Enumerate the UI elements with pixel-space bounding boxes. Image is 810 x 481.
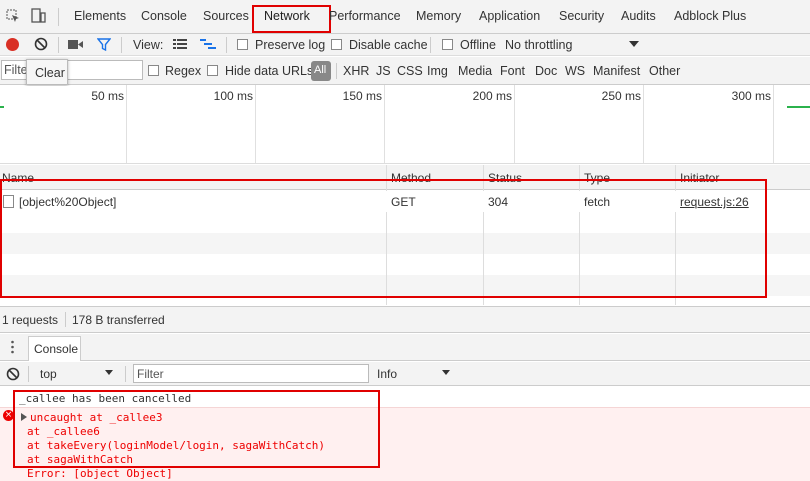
preserve-log-label: Preserve log: [255, 38, 326, 52]
console-filter-placeholder: Filter: [137, 367, 164, 381]
view-label: View:: [133, 38, 164, 52]
regex-checkbox[interactable]: [148, 65, 159, 76]
type-js-button[interactable]: JS: [376, 64, 391, 78]
request-table-highlight: [0, 179, 767, 298]
device-toolbar-icon[interactable]: [30, 8, 46, 24]
filter-bar: Filter Clear Regex Hide data URLs All XH…: [0, 57, 810, 85]
tab-console[interactable]: Console: [141, 9, 187, 23]
console-toolbar: [0, 362, 810, 386]
large-rows-icon[interactable]: [173, 39, 187, 50]
error-line: Error: [object Object]: [27, 467, 173, 480]
video-camera-icon[interactable]: [68, 39, 84, 50]
network-toolbar: View: Preserve log Disable cache Offline…: [0, 34, 810, 56]
tab-performance[interactable]: Performance: [329, 9, 401, 23]
hide-data-urls-checkbox[interactable]: [207, 65, 218, 76]
timeline-tick: 250 ms: [601, 89, 641, 103]
tab-application[interactable]: Application: [479, 9, 540, 23]
type-xhr-button[interactable]: XHR: [343, 64, 369, 78]
regex-label: Regex: [165, 64, 202, 78]
transferred-size: 178 B transferred: [72, 313, 165, 327]
chevron-down-icon[interactable]: [629, 41, 639, 47]
type-font-button[interactable]: Font: [500, 64, 525, 78]
drawer-tab-console[interactable]: Console: [28, 336, 81, 361]
type-ws-button[interactable]: WS: [565, 64, 585, 78]
clear-icon[interactable]: [34, 37, 48, 51]
drawer-menu-icon[interactable]: [11, 340, 14, 354]
request-count: 1 requests: [2, 313, 59, 327]
tab-security[interactable]: Security: [559, 9, 604, 23]
tab-memory[interactable]: Memory: [416, 9, 461, 23]
devtools-tab-bar: Elements Console Sources Network Perform…: [0, 0, 810, 34]
tab-audits[interactable]: Audits: [621, 9, 656, 23]
type-css-button[interactable]: CSS: [397, 64, 423, 78]
drawer-tab-bar: [0, 334, 810, 361]
offline-checkbox[interactable]: [442, 39, 453, 50]
context-select[interactable]: top: [40, 367, 57, 381]
offline-label: Offline: [460, 38, 496, 52]
timeline-green-marker: [0, 106, 4, 108]
timeline-green-bar: [787, 106, 810, 108]
log-level-select[interactable]: Info: [377, 367, 397, 381]
filter-input[interactable]: Filter: [1, 60, 143, 80]
timeline-tick: 50 ms: [91, 89, 124, 103]
timeline-tick: 300 ms: [731, 89, 771, 103]
tab-sources[interactable]: Sources: [203, 9, 249, 23]
chevron-down-icon[interactable]: [105, 370, 113, 375]
preserve-log-checkbox[interactable]: [237, 39, 248, 50]
type-other-button[interactable]: Other: [649, 64, 680, 78]
timeline-tick: 200 ms: [472, 89, 512, 103]
console-filter-input[interactable]: Filter: [133, 364, 369, 383]
timeline-tick: 150 ms: [342, 89, 382, 103]
clear-console-icon[interactable]: [6, 367, 20, 381]
type-media-button[interactable]: Media: [458, 64, 492, 78]
console-output-highlight: [13, 390, 380, 468]
type-doc-button[interactable]: Doc: [535, 64, 557, 78]
tab-elements[interactable]: Elements: [74, 9, 126, 23]
tab-adblock-plus[interactable]: Adblock Plus: [674, 9, 746, 23]
chevron-down-icon[interactable]: [442, 370, 450, 375]
disable-cache-checkbox[interactable]: [331, 39, 342, 50]
throttling-select[interactable]: No throttling: [505, 38, 572, 52]
filter-icon[interactable]: [96, 38, 112, 52]
inspect-element-icon[interactable]: [6, 9, 20, 23]
record-icon[interactable]: [6, 38, 19, 51]
clear-tooltip: Clear: [26, 59, 68, 85]
disable-cache-label: Disable cache: [349, 38, 428, 52]
type-manifest-button[interactable]: Manifest: [593, 64, 640, 78]
network-tab-highlight: [252, 5, 331, 33]
type-all-label: All: [314, 64, 327, 76]
type-img-button[interactable]: Img: [427, 64, 448, 78]
waterfall-icon[interactable]: [200, 39, 216, 50]
drawer-tab-label: Console: [34, 342, 79, 356]
tooltip-text: Clear: [35, 66, 65, 80]
timeline-tick: 100 ms: [213, 89, 253, 103]
hide-data-urls-label: Hide data URLs: [225, 64, 314, 78]
